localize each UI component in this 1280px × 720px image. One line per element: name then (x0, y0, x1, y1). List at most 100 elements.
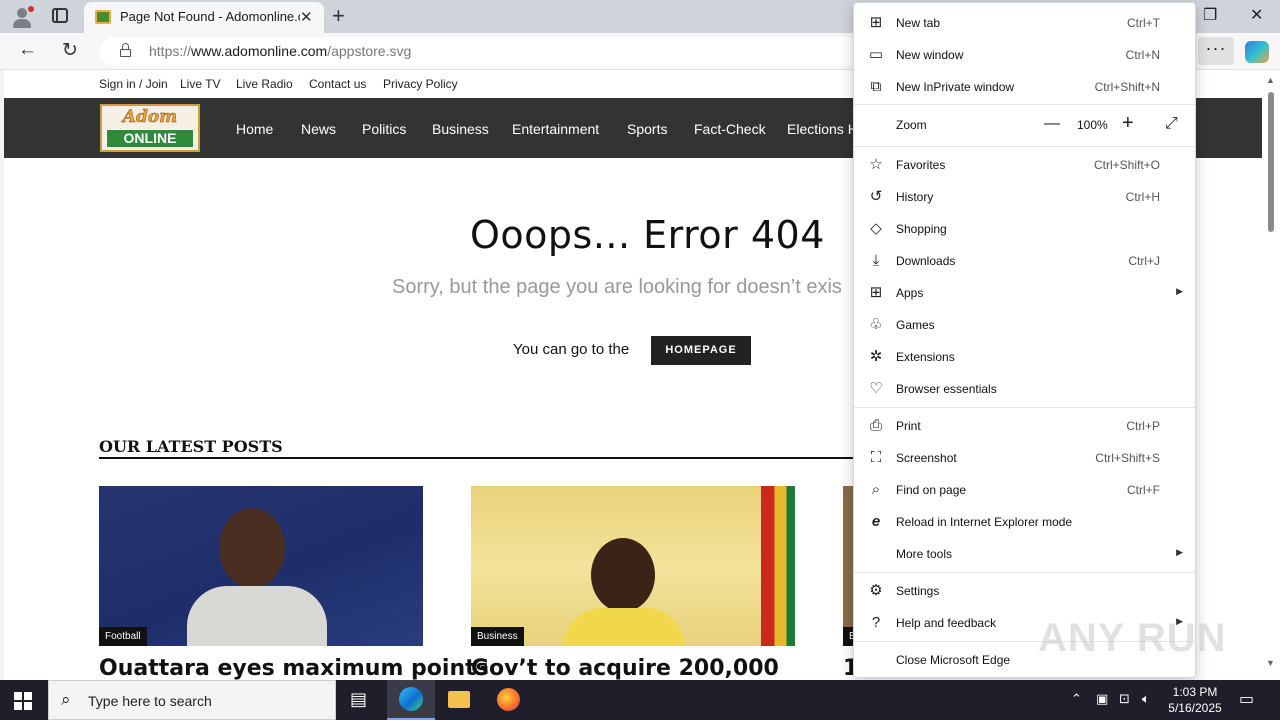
menu-find-on-page[interactable]: ⌕ Find on page Ctrl+F (854, 474, 1195, 506)
menu-more-tools[interactable]: More tools ▶ (854, 538, 1195, 570)
nav-entertainment[interactable]: Entertainment (512, 121, 599, 137)
nav-fact-check[interactable]: Fact-Check (694, 121, 766, 137)
menu-ie-mode[interactable]: e Reload in Internet Explorer mode (854, 506, 1195, 538)
lock-icon[interactable] (120, 43, 131, 57)
back-arrow-icon[interactable]: ← (18, 39, 37, 61)
print-icon: ⎙ (869, 417, 882, 434)
logo-text-bottom: ONLINE (106, 129, 194, 148)
live-tv-link[interactable]: Live TV (180, 77, 220, 91)
tab-close-icon[interactable]: ✕ (300, 8, 313, 26)
download-icon: ⤓ (872, 252, 880, 269)
site-favicon-icon (95, 10, 111, 24)
post-image[interactable]: Football (99, 486, 423, 646)
network-icon[interactable]: ⊡ (1119, 691, 1130, 707)
nav-elections[interactable]: Elections H (787, 121, 858, 137)
nav-politics[interactable]: Politics (362, 121, 406, 137)
menu-apps[interactable]: ⊞ Apps ▶ (854, 277, 1195, 309)
url-text: https://www.adomonline.com/appstore.svg (149, 43, 412, 59)
edge-taskbar-icon[interactable] (387, 680, 435, 720)
menu-browser-essentials[interactable]: ♡ Browser essentials (854, 373, 1195, 405)
notifications-icon[interactable]: ▭ (1239, 689, 1254, 709)
error-subtitle: Sorry, but the page you are looking for … (392, 276, 842, 298)
new-tab-plus-icon[interactable]: + (332, 3, 345, 29)
zoom-in-icon[interactable]: + (1122, 112, 1134, 135)
post-title[interactable]: Gov’t to acquire 200,000 (471, 656, 779, 680)
tab-active[interactable]: Page Not Found - Adomonline.c ✕ (84, 2, 324, 33)
taskbar-clock[interactable]: 1:03 PM 5/16/2025 (1165, 684, 1225, 716)
live-radio-link[interactable]: Live Radio (236, 77, 293, 91)
menu-extensions[interactable]: ✲ Extensions (854, 341, 1195, 373)
file-explorer-icon[interactable] (435, 680, 483, 720)
favorites-icon: ☆ (869, 156, 883, 173)
search-icon: ⌕ (61, 690, 71, 709)
taskbar: ⌕ Type here to search ▤ ⌃ ▣ ⊡ 🔈︎ 1:03 PM… (0, 680, 1280, 720)
post-image[interactable]: Business (471, 486, 795, 646)
nav-sports[interactable]: Sports (627, 121, 667, 137)
menu-zoom: Zoom — 100% + ⤢ (896, 112, 1178, 135)
nav-home[interactable]: Home (236, 121, 273, 137)
heart-pulse-icon: ♡ (869, 380, 883, 397)
new-tab-icon: ⊞ (869, 14, 883, 31)
scroll-thumb[interactable] (1268, 92, 1274, 232)
zoom-out-icon[interactable]: — (1044, 115, 1060, 133)
privacy-link[interactable]: Privacy Policy (383, 77, 458, 91)
site-logo[interactable]: Adom ONLINE (100, 104, 200, 152)
submenu-arrow-icon: ▶ (1176, 286, 1183, 296)
taskbar-search[interactable]: ⌕ Type here to search (48, 680, 336, 720)
contact-link[interactable]: Contact us (309, 77, 366, 91)
fullscreen-icon[interactable]: ⤢ (1165, 115, 1178, 133)
heading-divider (99, 457, 899, 459)
extensions-icon: ✲ (869, 348, 883, 365)
post-category[interactable]: Business (471, 627, 524, 646)
latest-posts-heading: OUR LATEST POSTS (99, 437, 283, 456)
windows-start-icon[interactable] (14, 692, 32, 710)
gear-icon: ⚙ (869, 582, 883, 599)
task-view-icon[interactable]: ▤ (336, 680, 384, 720)
menu-favorites[interactable]: ☆ Favorites Ctrl+Shift+O (854, 149, 1195, 181)
homepage-button[interactable]: HOMEPAGE (651, 336, 751, 365)
menu-screenshot[interactable]: ⛶ Screenshot Ctrl+Shift+S (854, 442, 1195, 474)
menu-downloads[interactable]: ⤓ Downloads Ctrl+J (854, 245, 1195, 277)
menu-shopping[interactable]: ◇ Shopping (854, 213, 1195, 245)
anyrun-watermark: ANY RUN (1038, 616, 1227, 660)
ie-icon: e (871, 513, 881, 530)
goto-text: You can go to the (513, 341, 630, 358)
new-window-icon: ▭ (868, 46, 884, 63)
volume-icon[interactable]: 🔈︎ (1142, 691, 1150, 707)
menu-new-inprivate[interactable]: ⧉ New InPrivate window Ctrl+Shift+N (854, 71, 1195, 103)
copilot-icon[interactable] (1245, 41, 1269, 63)
submenu-arrow-icon: ▶ (1176, 547, 1183, 557)
signin-link[interactable]: Sign in / Join (99, 77, 168, 91)
scroll-down-icon[interactable]: ▼ (1266, 658, 1275, 668)
nav-news[interactable]: News (301, 121, 336, 137)
more-options-icon[interactable]: ··· (1198, 37, 1234, 65)
nav-business[interactable]: Business (432, 121, 489, 137)
firefox-icon[interactable] (484, 680, 532, 720)
logo-text-top: Adom (122, 107, 178, 128)
settings-menu: ⊞ New tab Ctrl+T ▭ New window Ctrl+N ⧉ N… (853, 2, 1196, 678)
tab-title: Page Not Found - Adomonline.c (120, 9, 300, 24)
inprivate-icon: ⧉ (870, 78, 882, 95)
menu-settings[interactable]: ⚙ Settings (854, 575, 1195, 607)
close-window-icon[interactable]: ✕ (1250, 5, 1263, 25)
menu-print[interactable]: ⎙ Print Ctrl+P (854, 410, 1195, 442)
page-scrollbar[interactable]: ▲ ▼ (1262, 70, 1280, 680)
address-bar[interactable]: https://www.adomonline.com/appstore.svg (100, 37, 860, 66)
restore-window-icon[interactable]: ❐ (1203, 5, 1217, 25)
menu-new-window[interactable]: ▭ New window Ctrl+N (854, 39, 1195, 71)
profile-icon[interactable] (10, 5, 34, 29)
menu-games[interactable]: ♧ Games (854, 309, 1195, 341)
screenshot-icon: ⛶ (870, 449, 882, 466)
menu-new-tab[interactable]: ⊞ New tab Ctrl+T (854, 7, 1195, 39)
history-icon: ↺ (869, 188, 883, 205)
zoom-value: 100% (1077, 118, 1108, 132)
post-title[interactable]: Ouattara eyes maximum points (99, 656, 489, 680)
tray-chevron-icon[interactable]: ⌃ (1071, 691, 1082, 707)
post-category[interactable]: Football (99, 627, 147, 646)
scroll-up-icon[interactable]: ▲ (1266, 75, 1275, 85)
help-icon: ? (871, 614, 881, 631)
tray-app-icon[interactable]: ▣ (1096, 691, 1108, 707)
menu-history[interactable]: ↺ History Ctrl+H (854, 181, 1195, 213)
tab-actions-icon[interactable] (52, 8, 68, 23)
refresh-icon[interactable]: ↻ (62, 39, 78, 62)
